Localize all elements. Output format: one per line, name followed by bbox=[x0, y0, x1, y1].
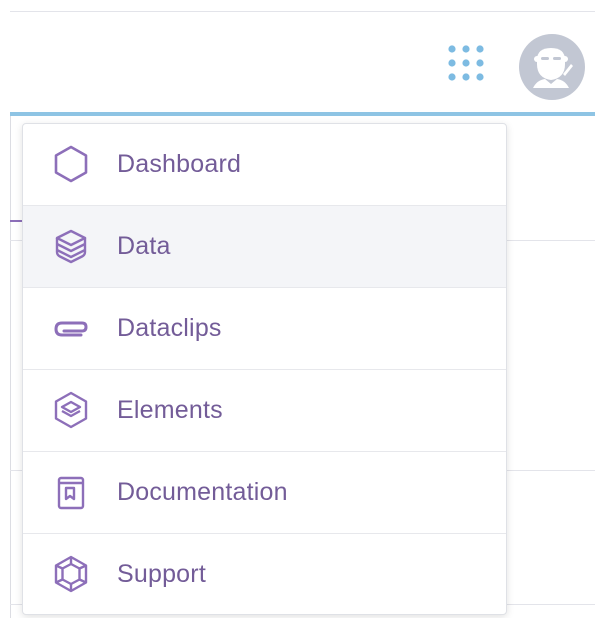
menu-item-dataclips[interactable]: Dataclips bbox=[23, 288, 506, 370]
top-divider bbox=[10, 11, 595, 12]
book-icon bbox=[57, 476, 85, 510]
elements-cube-icon bbox=[54, 391, 88, 429]
app-switcher-menu: Dashboard Data Dataclips Elements Docume… bbox=[22, 123, 507, 615]
hexagon-icon bbox=[54, 145, 88, 183]
grid-dots-icon[interactable] bbox=[446, 43, 486, 83]
layers-icon bbox=[55, 229, 87, 264]
header-accent-bar bbox=[10, 112, 595, 116]
background-tab-indicator bbox=[10, 220, 22, 222]
menu-item-label: Elements bbox=[117, 396, 223, 424]
background-panel-edge bbox=[10, 116, 11, 618]
user-avatar-icon bbox=[533, 48, 573, 88]
menu-item-label: Support bbox=[117, 560, 206, 588]
menu-item-support[interactable]: Support bbox=[23, 534, 506, 614]
menu-item-documentation[interactable]: Documentation bbox=[23, 452, 506, 534]
menu-item-label: Dashboard bbox=[117, 150, 242, 178]
menu-item-label: Dataclips bbox=[117, 314, 222, 342]
avatar[interactable] bbox=[519, 34, 585, 100]
menu-item-dashboard[interactable]: Dashboard bbox=[23, 124, 506, 206]
menu-item-label: Documentation bbox=[117, 478, 288, 506]
menu-item-elements[interactable]: Elements bbox=[23, 370, 506, 452]
menu-item-label: Data bbox=[117, 232, 171, 260]
paperclip-icon bbox=[54, 321, 88, 337]
menu-item-data[interactable]: Data bbox=[23, 206, 506, 288]
support-hexagon-icon bbox=[54, 555, 88, 593]
